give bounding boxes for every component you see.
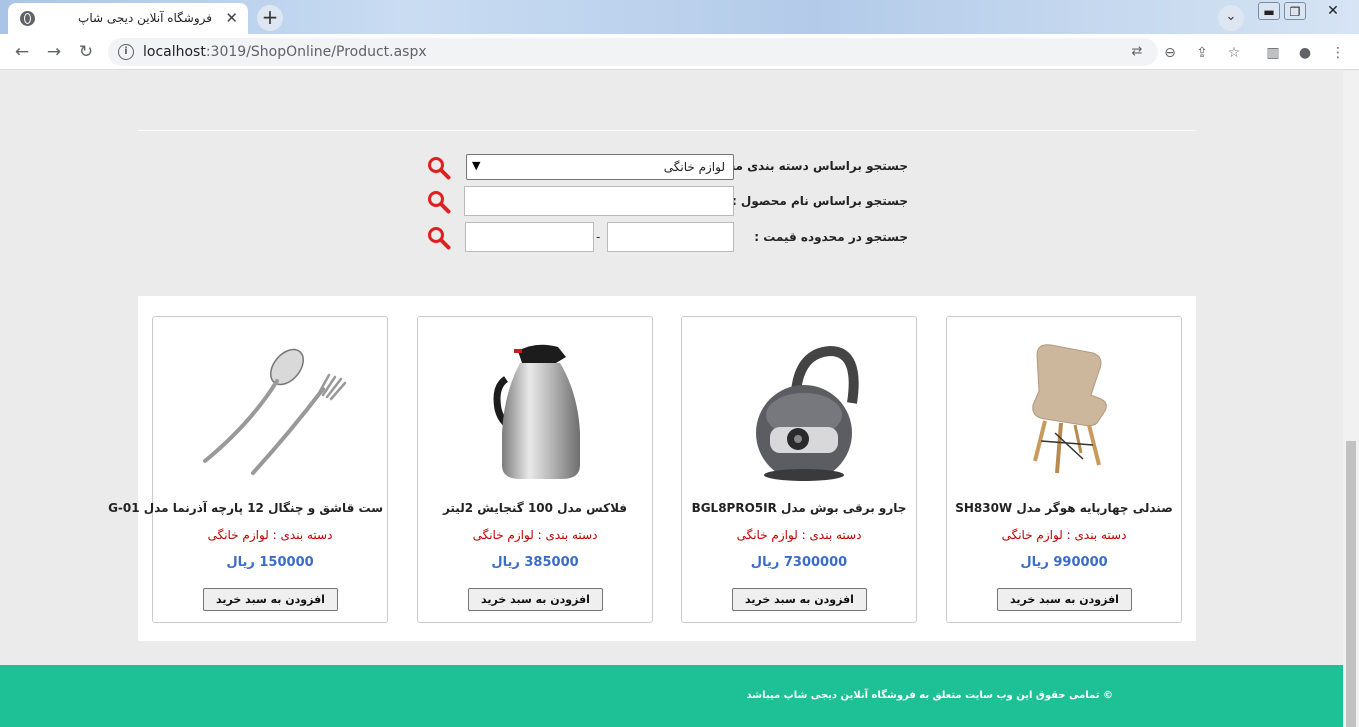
name-search-icon[interactable] [427, 190, 451, 214]
price-max-input[interactable] [465, 222, 594, 252]
flask-image [493, 344, 580, 479]
add-to-cart-button[interactable]: افزودن به سبد خرید [732, 588, 867, 611]
category-select[interactable]: لوازم خانگی ▼ [466, 154, 734, 180]
add-to-cart-button[interactable]: افزودن به سبد خرید [468, 588, 603, 611]
product-category: دسته بندی : لوازم خانگی [472, 528, 598, 542]
price-search-label: جستجو در محدوده قیمت : [754, 230, 908, 244]
browser-toolbar: ← → ↻ i localhost:3019/ShopOnline/Produc… [0, 34, 1359, 70]
minimize-button[interactable]: ▬ [1258, 2, 1280, 20]
close-tab-icon[interactable]: ✕ [225, 9, 238, 27]
forward-button[interactable]: → [42, 40, 66, 64]
add-to-cart-button[interactable]: افزودن به سبد خرید [203, 588, 338, 611]
product-price: 7300000 ریال [750, 555, 848, 570]
product-category: دسته بندی : لوازم خانگی [1001, 528, 1127, 542]
name-search-label: جستجو براساس نام محصول : [731, 194, 908, 208]
tab-title: فروشگاه آنلاین دیجی شاپ [78, 11, 212, 25]
price-range-separator: - [596, 230, 601, 244]
copyright-text: © تمامی حقوق این وب سایت متعلق به فروشگا… [746, 690, 1113, 701]
zoom-icon[interactable]: ⊖ [1160, 43, 1180, 63]
price-min-input[interactable] [607, 222, 734, 252]
product-category: دسته بندی : لوازم خانگی [207, 528, 333, 542]
translate-icon[interactable]: ⇄ [1128, 43, 1146, 61]
bookmark-star-icon[interactable]: ☆ [1224, 43, 1244, 63]
tab-search-button[interactable]: ⌄ [1218, 5, 1244, 31]
chevron-down-icon: ▼ [472, 159, 481, 172]
tab-strip: فروشگاه آنلاین دیجی شاپ ✕ + ⌄ ▬ ❐ ✕ [0, 0, 1359, 34]
product-price: 385000 ریال [491, 555, 579, 570]
product-card: فلاکس مدل 100 گنجایش 2لیتر دسته بندی : ل… [417, 316, 653, 623]
chair-image [1032, 344, 1107, 474]
product-name: جارو برقی بوش مدل BGL8PRO5IR [691, 501, 907, 515]
product-card: جارو برقی بوش مدل BGL8PRO5IR دسته بندی :… [681, 316, 917, 623]
price-search-icon[interactable] [427, 226, 451, 250]
product-name: صندلی چهارپایه هوگر مدل SH830W [955, 501, 1173, 515]
name-search-input[interactable] [464, 186, 734, 216]
back-button[interactable]: ← [10, 40, 34, 64]
url-text: localhost:3019/ShopOnline/Product.aspx [143, 44, 427, 60]
product-price: 990000 ریال [1020, 555, 1108, 570]
vertical-scrollbar[interactable] [1343, 71, 1359, 727]
menu-kebab-icon[interactable]: ⋮ [1328, 43, 1348, 63]
category-search-icon[interactable] [427, 156, 451, 180]
restore-button[interactable]: ❐ [1284, 2, 1306, 20]
product-list: صندلی چهارپایه هوگر مدل SH830W دسته بندی… [108, 296, 1196, 641]
product-name: فلاکس مدل 100 گنجایش 2لیتر [442, 501, 628, 515]
site-info-icon[interactable]: i [118, 44, 134, 60]
product-category: دسته بندی : لوازم خانگی [736, 528, 862, 542]
share-icon[interactable]: ⇪ [1192, 43, 1212, 63]
profile-avatar-icon[interactable]: ● [1295, 43, 1315, 63]
reload-button[interactable]: ↻ [74, 40, 98, 64]
product-name: ست قاشق و چنگال 12 پارچه آذرنما مدل G-01 [108, 501, 383, 515]
cutlery-image [203, 348, 347, 475]
address-bar[interactable]: i localhost:3019/ShopOnline/Product.aspx… [108, 38, 1158, 66]
add-to-cart-button[interactable]: افزودن به سبد خرید [997, 588, 1132, 611]
globe-icon [20, 11, 35, 26]
page-content: جستجو براساس دسته بندی محصول : لوازم خان… [0, 71, 1343, 727]
scrollbar-thumb[interactable] [1346, 441, 1356, 727]
site-footer: © تمامی حقوق این وب سایت متعلق به فروشگا… [0, 665, 1343, 727]
product-card: صندلی چهارپایه هوگر مدل SH830W دسته بندی… [946, 316, 1182, 623]
vacuum-image [756, 345, 859, 481]
new-tab-button[interactable]: + [257, 5, 283, 31]
window-close-button[interactable]: ✕ [1322, 2, 1344, 20]
divider [138, 130, 1196, 131]
browser-tab[interactable]: فروشگاه آنلاین دیجی شاپ ✕ [8, 3, 248, 34]
product-price: 150000 ریال [226, 555, 314, 570]
product-card: ست قاشق و چنگال 12 پارچه آذرنما مدل G-01… [108, 316, 388, 623]
side-panel-icon[interactable]: ▥ [1263, 43, 1283, 63]
